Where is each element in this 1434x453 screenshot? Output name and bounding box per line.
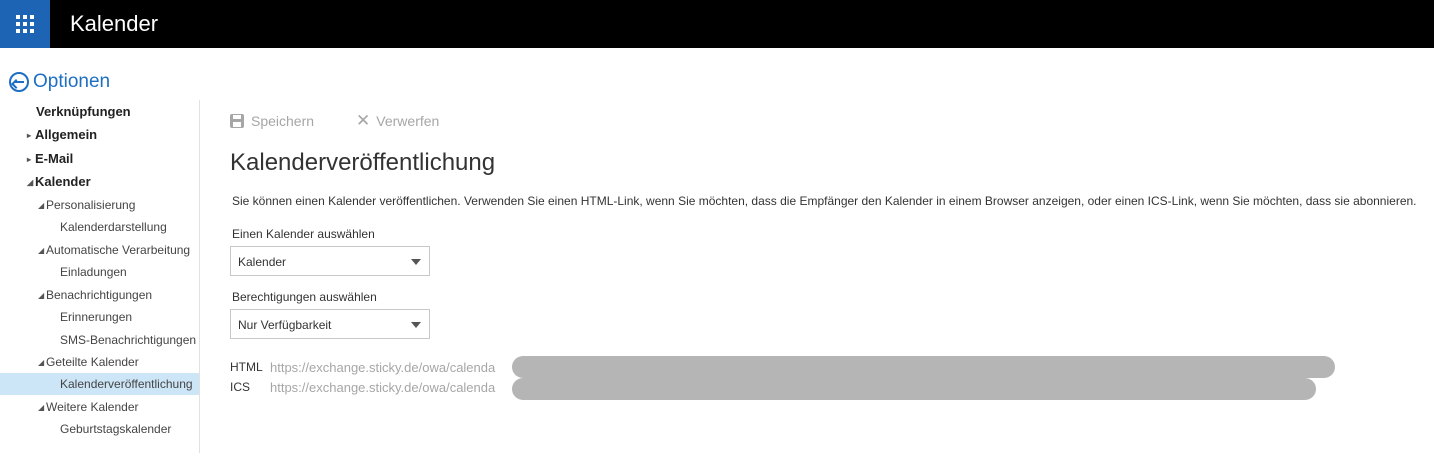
sidebar-item-label: E-Mail: [35, 151, 74, 166]
sidebar-item-geteilte-kalender[interactable]: ◢ Geteilte Kalender: [0, 351, 199, 373]
save-label: Speichern: [251, 113, 315, 129]
ics-link-row: ICS https://exchange.sticky.de/owa/calen…: [230, 378, 495, 396]
collapse-arrow-icon[interactable]: ◢: [38, 195, 46, 217]
sidebar-item-label: Verknüpfungen: [36, 104, 131, 119]
sidebar-item-kalender[interactable]: ◢ Kalender: [0, 171, 199, 193]
collapse-arrow-icon[interactable]: ◢: [27, 172, 35, 194]
sidebar-item-label: Geburtstagskalender: [60, 422, 172, 436]
redaction-bar: [512, 356, 1335, 378]
top-bar: Kalender: [0, 0, 1434, 48]
save-button[interactable]: Speichern: [230, 113, 314, 129]
sidebar-item-sms-benachrichtigungen[interactable]: SMS-Benachrichtigungen: [0, 329, 199, 351]
sidebar-item-automatische-verarbeitung[interactable]: ◢ Automatische Verarbeitung: [0, 239, 199, 261]
sidebar-item-benachrichtigungen[interactable]: ◢ Benachrichtigungen: [0, 284, 199, 306]
toolbar: Speichern ✕ Verwerfen: [230, 110, 481, 132]
collapse-arrow-icon[interactable]: ◢: [38, 285, 46, 307]
permission-select-label: Berechtigungen auswählen: [232, 290, 377, 304]
redaction-bar: [512, 378, 1316, 400]
sidebar-item-label: Kalenderdarstellung: [60, 220, 167, 234]
sidebar-item-kalenderdarstellung[interactable]: Kalenderdarstellung: [0, 216, 199, 238]
sidebar-item-label: Kalenderveröffentlichung: [60, 377, 193, 391]
close-icon: ✕: [356, 111, 371, 130]
page-description: Sie können einen Kalender veröffentliche…: [232, 194, 1417, 208]
app-title: Kalender: [70, 11, 159, 36]
discard-button[interactable]: ✕ Verwerfen: [356, 111, 440, 130]
chevron-down-icon: [411, 259, 421, 265]
save-icon: [230, 114, 244, 128]
sidebar-item-personalisierung[interactable]: ◢ Personalisierung: [0, 194, 199, 216]
calendar-select-value: Kalender: [238, 255, 287, 269]
sidebar-item-allgemein[interactable]: ▸ Allgemein: [0, 124, 199, 146]
app-launcher-icon: [16, 15, 34, 33]
collapse-arrow-icon[interactable]: ◢: [38, 397, 46, 419]
options-label: Optionen: [33, 71, 111, 92]
chevron-down-icon: [411, 322, 421, 328]
options-back-link[interactable]: Optionen: [9, 70, 110, 94]
sidebar-item-verknuepfungen[interactable]: Verknüpfungen: [0, 101, 199, 123]
permission-select-value: Nur Verfügbarkeit: [238, 318, 332, 332]
sidebar-item-label: Automatische Verarbeitung: [46, 243, 191, 257]
sidebar-item-label: Allgemein: [35, 127, 98, 142]
sidebar-item-geburtstagskalender[interactable]: Geburtstagskalender: [0, 418, 199, 440]
html-link-url[interactable]: https://exchange.sticky.de/owa/calenda: [270, 360, 495, 375]
html-link-row: HTML https://exchange.sticky.de/owa/cale…: [230, 358, 495, 376]
collapse-arrow-icon[interactable]: ◢: [38, 352, 46, 374]
expand-arrow-icon[interactable]: ▸: [27, 125, 35, 147]
sidebar-item-label: Einladungen: [60, 265, 127, 279]
calendar-select-label: Einen Kalender auswählen: [232, 227, 375, 241]
sidebar-item-weitere-kalender[interactable]: ◢ Weitere Kalender: [0, 396, 199, 418]
sidebar-item-label: Erinnerungen: [60, 310, 133, 324]
sidebar-item-einladungen[interactable]: Einladungen: [0, 261, 199, 283]
sidebar-item-label: Personalisierung: [46, 198, 136, 212]
permission-select[interactable]: Nur Verfügbarkeit: [230, 309, 430, 339]
sidebar-item-label: Benachrichtigungen: [46, 288, 153, 302]
options-sidebar: Verknüpfungen ▸ Allgemein ▸ E-Mail ◢ Kalend…: [0, 100, 200, 453]
sidebar-item-erinnerungen[interactable]: Erinnerungen: [0, 306, 199, 328]
sidebar-item-kalenderveroeffentlichung[interactable]: Kalenderveröffentlichung: [0, 373, 199, 395]
expand-arrow-icon[interactable]: ▸: [27, 149, 35, 171]
sidebar-item-email[interactable]: ▸ E-Mail: [0, 148, 199, 170]
calendar-select[interactable]: Kalender: [230, 246, 430, 276]
sidebar-item-label: Kalender: [35, 174, 91, 189]
collapse-arrow-icon[interactable]: ◢: [38, 240, 46, 262]
sidebar-item-label: SMS-Benachrichtigungen: [60, 333, 197, 347]
sidebar-item-label: Weitere Kalender: [46, 400, 139, 414]
ics-link-label: ICS: [230, 380, 251, 394]
sidebar-item-label: Geteilte Kalender: [46, 355, 139, 369]
ics-link-url[interactable]: https://exchange.sticky.de/owa/calenda: [270, 380, 495, 395]
back-arrow-circle-icon: [9, 72, 29, 92]
app-launcher-button[interactable]: [0, 0, 50, 48]
page-title: Kalenderveröffentlichung: [230, 149, 496, 176]
html-link-label: HTML: [230, 360, 263, 374]
discard-label: Verwerfen: [376, 113, 440, 129]
